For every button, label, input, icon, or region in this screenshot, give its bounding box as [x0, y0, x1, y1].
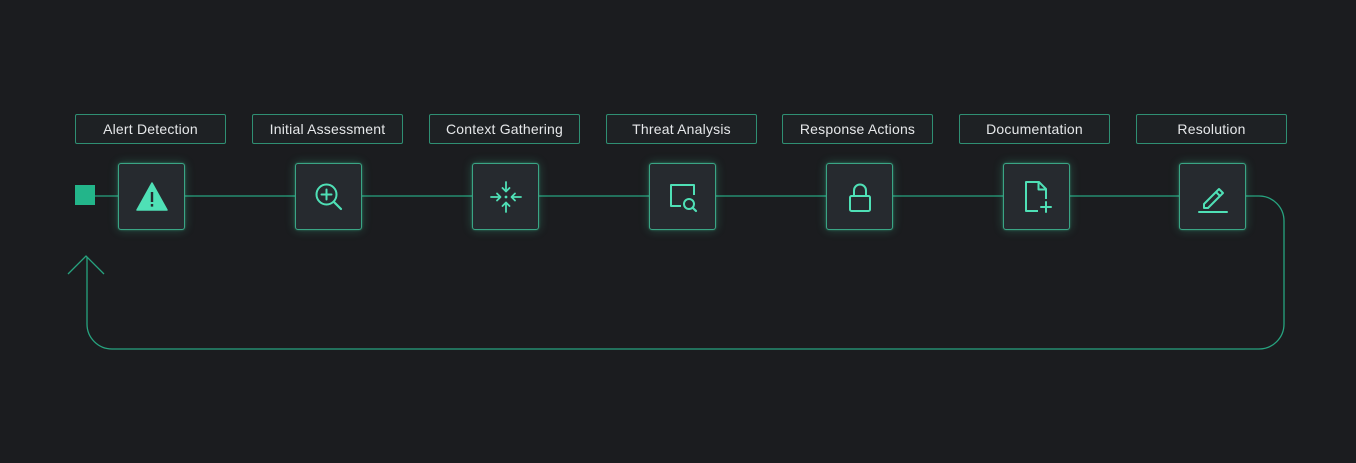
screen-search-icon — [669, 183, 697, 212]
connector-lines — [67, 195, 1285, 350]
pencil-edit-icon — [1197, 187, 1228, 213]
step-label-threat-analysis: Threat Analysis — [606, 114, 757, 144]
step-alert-detection[interactable] — [118, 163, 185, 230]
step-resolution[interactable] — [1179, 163, 1246, 230]
step-label-initial-assessment: Initial Assessment — [252, 114, 403, 144]
workflow-diagram: Alert Detection Initial Assessment Conte… — [0, 0, 1356, 463]
step-label-resolution: Resolution — [1136, 114, 1287, 144]
padlock-icon — [848, 183, 871, 212]
start-node — [75, 185, 95, 205]
step-label-response-actions: Response Actions — [782, 114, 933, 144]
step-label-documentation: Documentation — [959, 114, 1110, 144]
loop-arrow-head — [67, 255, 105, 275]
step-threat-analysis[interactable] — [649, 163, 716, 230]
zoom-in-icon — [315, 183, 342, 210]
file-add-icon — [1024, 180, 1052, 213]
step-initial-assessment[interactable] — [295, 163, 362, 230]
step-documentation[interactable] — [1003, 163, 1070, 230]
step-label-alert-detection: Alert Detection — [75, 114, 226, 144]
step-label-context-gathering: Context Gathering — [429, 114, 580, 144]
collapse-arrows-icon — [489, 180, 522, 213]
warning-triangle-icon — [135, 181, 168, 211]
step-response-actions[interactable] — [826, 163, 893, 230]
step-context-gathering[interactable] — [472, 163, 539, 230]
